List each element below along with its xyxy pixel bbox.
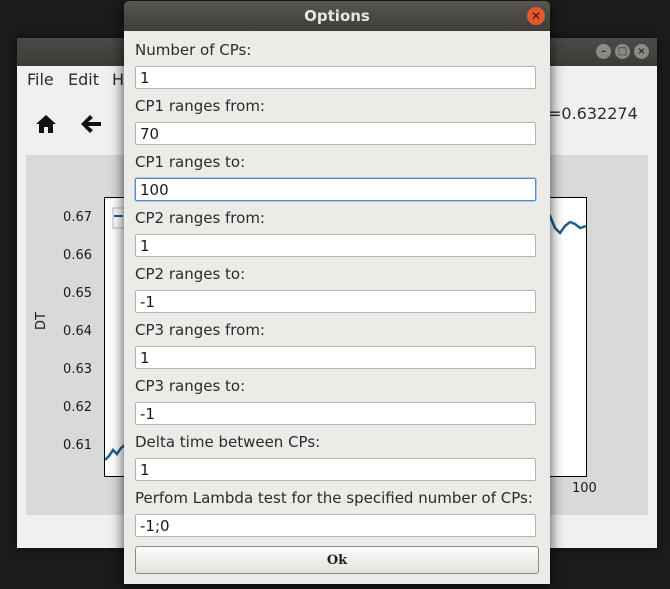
number-of-cps-input[interactable] — [135, 66, 536, 89]
label-lambda-test: Perfom Lambda test for the specified num… — [135, 489, 533, 507]
cp1-from-input[interactable] — [135, 122, 536, 145]
home-icon[interactable] — [35, 114, 57, 134]
delta-time-input[interactable] — [135, 458, 536, 481]
y-tick-label: 0.67 — [63, 210, 92, 225]
label-cp1-from: CP1 ranges from: — [135, 97, 265, 115]
y-tick-label: 0.63 — [63, 362, 92, 377]
label-cp2-to: CP2 ranges to: — [135, 265, 246, 283]
back-arrow-icon[interactable] — [80, 114, 102, 134]
dialog-title: Options — [304, 7, 370, 25]
menu-help[interactable]: H — [112, 70, 124, 89]
y-tick-label: 0.62 — [63, 400, 92, 415]
cp1-to-input[interactable] — [135, 178, 536, 201]
label-cp3-to: CP3 ranges to: — [135, 377, 246, 395]
cp2-from-input[interactable] — [135, 234, 536, 257]
label-cp1-to: CP1 ranges to: — [135, 153, 246, 171]
y-axis-label: DT — [34, 312, 49, 330]
window-close-icon[interactable]: × — [634, 44, 649, 59]
menu-edit[interactable]: Edit — [68, 70, 99, 89]
cp3-from-input[interactable] — [135, 346, 536, 369]
maximize-icon[interactable]: □ — [615, 44, 630, 59]
series-line-right — [543, 207, 586, 235]
label-cp2-from: CP2 ranges from: — [135, 209, 265, 227]
label-cp3-from: CP3 ranges from: — [135, 321, 265, 339]
ok-button[interactable]: Ok — [135, 546, 539, 574]
label-number-of-cps: Number of CPs: — [135, 41, 252, 59]
y-tick-label: 0.64 — [63, 324, 92, 339]
series-line-left — [105, 444, 126, 461]
y-tick-label: 0.61 — [63, 438, 92, 453]
minimize-icon[interactable]: – — [596, 44, 611, 59]
y-tick-label: 0.66 — [63, 248, 92, 263]
options-dialog: Options ✕ Number of CPs: CP1 ranges from… — [124, 1, 550, 584]
cp3-to-input[interactable] — [135, 402, 536, 425]
menu-file[interactable]: File — [27, 70, 54, 89]
dialog-titlebar: Options ✕ — [124, 1, 550, 31]
lambda-test-input[interactable] — [135, 514, 536, 537]
y-tick-label: 0.65 — [63, 286, 92, 301]
close-icon[interactable]: ✕ — [527, 7, 545, 25]
cp2-to-input[interactable] — [135, 290, 536, 313]
label-delta-time: Delta time between CPs: — [135, 433, 321, 451]
coordinate-readout: =0.632274 — [548, 104, 638, 123]
x-tick-label: 100 — [572, 481, 597, 496]
